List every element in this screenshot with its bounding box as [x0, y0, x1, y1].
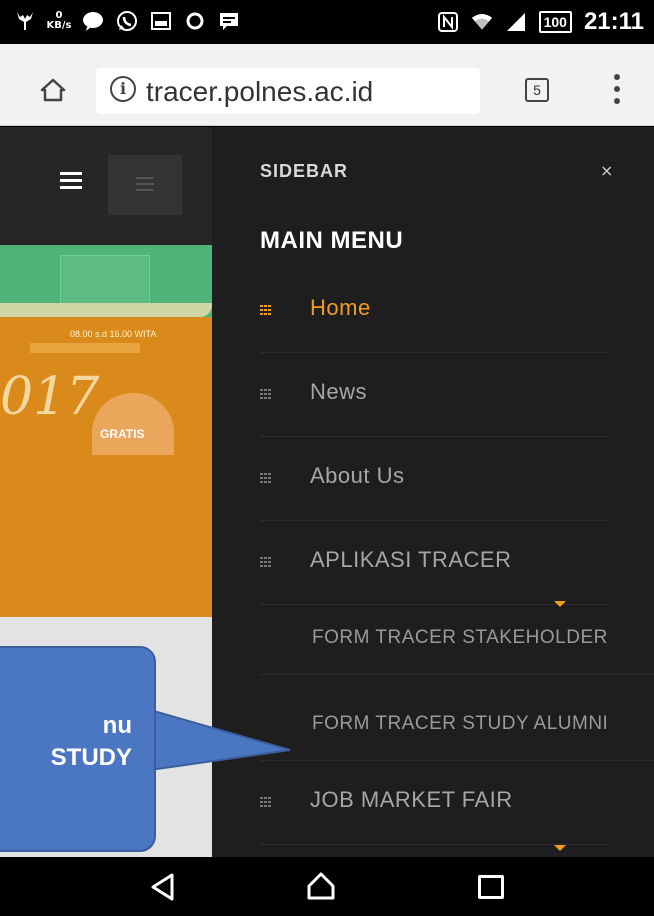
callout-line-2: STUDY: [50, 744, 132, 771]
grid-icon: [260, 305, 272, 315]
home-nav-icon[interactable]: [306, 871, 336, 906]
banner-hours: 08.00 s.d 16.00 WITA: [70, 329, 157, 339]
nfc-icon: [437, 11, 459, 33]
home-icon[interactable]: [40, 78, 66, 107]
notification-icons: 0 KB/s: [14, 10, 240, 32]
recent-apps-icon[interactable]: [478, 875, 504, 899]
sidebar-item-news[interactable]: News: [260, 353, 610, 437]
event-banner: 08.00 s.d 16.00 WITA 017 GRATIS: [0, 317, 212, 617]
close-icon[interactable]: ×: [600, 161, 613, 180]
image-icon: [150, 10, 172, 32]
secondary-menu-button[interactable]: [108, 155, 182, 215]
grid-icon: [260, 797, 272, 807]
tab-switcher-button[interactable]: 5: [525, 78, 549, 102]
signal-icon: [505, 11, 527, 33]
url-text[interactable]: tracer.polnes.ac.id: [146, 76, 373, 108]
gratis-badge: GRATIS: [92, 393, 174, 455]
hamburger-icon[interactable]: [60, 172, 82, 189]
sidebar-item-aplikasi-tracer[interactable]: APLIKASI TRACER: [260, 521, 610, 605]
browser-toolbar: i tracer.polnes.ac.id 5: [0, 44, 654, 126]
navigation-bar: [0, 857, 654, 916]
sidebar-title: SIDEBAR: [260, 161, 349, 181]
overflow-menu-icon[interactable]: [612, 74, 622, 104]
grid-icon: [260, 557, 272, 567]
deer-icon: [14, 10, 36, 32]
sidebar-item-label: Home: [310, 295, 371, 320]
back-icon[interactable]: [150, 873, 176, 906]
message-icon: [218, 10, 240, 32]
submenu-item-label: FORM TRACER STAKEHOLDER: [312, 627, 608, 648]
sidebar: SIDEBAR × MAIN MENU Home News About Us A…: [212, 127, 654, 857]
submenu-item-form-tracer-study-alumni[interactable]: FORM TRACER STUDY ALUMNI: [260, 691, 654, 761]
banner-year: 017: [0, 367, 100, 427]
network-speed: 0 KB/s: [46, 10, 72, 32]
callout-text: nu STUDY: [0, 710, 132, 774]
battery-indicator: 100: [538, 11, 572, 33]
wifi-icon: [471, 11, 493, 33]
status-right: 100 21:11: [437, 8, 644, 36]
annotation-callout: nu STUDY: [0, 646, 156, 852]
sidebar-item-about-us[interactable]: About Us: [260, 437, 610, 521]
sidebar-item-label: News: [310, 379, 368, 404]
submenu-item-label: FORM TRACER STUDY ALUMNI: [312, 713, 609, 734]
grid-icon: [260, 473, 272, 483]
sidebar-item-label: APLIKASI TRACER: [310, 547, 512, 572]
line-app-icon: [82, 10, 104, 32]
info-icon[interactable]: i: [110, 76, 136, 102]
sidebar-item-job-market-fair[interactable]: JOB MARKET FAIR: [260, 761, 610, 845]
banner-location: [30, 343, 140, 353]
clock: 21:11: [583, 8, 644, 35]
gratis-label: GRATIS: [100, 427, 145, 441]
circle-icon: [184, 10, 206, 32]
sidebar-item-home[interactable]: Home: [260, 269, 610, 353]
page-header: [0, 127, 212, 245]
callout-line-1: nu: [102, 712, 132, 739]
speed-unit: KB/s: [46, 20, 72, 31]
submenu-item-form-tracer-stakeholder[interactable]: FORM TRACER STAKEHOLDER: [260, 605, 654, 675]
main-menu-heading: MAIN MENU: [260, 227, 404, 254]
sidebar-item-label: About Us: [310, 463, 405, 488]
address-bar[interactable]: i tracer.polnes.ac.id: [96, 68, 480, 114]
sidebar-item-label: JOB MARKET FAIR: [310, 787, 513, 812]
banner-divider: [0, 303, 212, 317]
status-bar: 0 KB/s 100 21:11: [0, 0, 654, 44]
whatsapp-icon: [116, 10, 138, 32]
grid-icon: [260, 389, 272, 399]
chevron-down-icon[interactable]: [554, 845, 566, 851]
menu-lines-icon: [136, 177, 154, 191]
